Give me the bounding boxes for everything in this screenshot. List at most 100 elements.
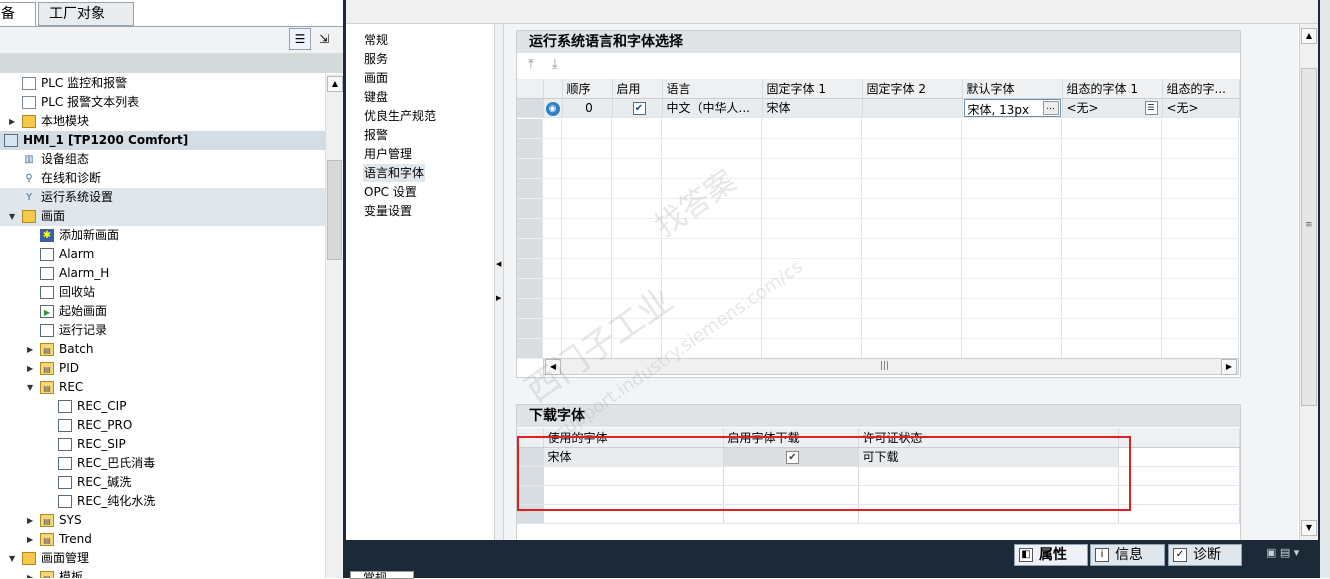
col-fixed-font-2[interactable]: 固定字体 2 bbox=[862, 79, 963, 99]
table-row[interactable]: ◉ 0 ✔ 中文（中华人... 宋体 宋体, 13px ... <无> ☰ <无… bbox=[517, 98, 1240, 118]
tree-item[interactable]: ▼ HMI_1 [TP1200 Comfort] bbox=[0, 131, 325, 150]
cell-language[interactable]: 中文（中华人... bbox=[662, 98, 763, 118]
row-header[interactable] bbox=[517, 98, 544, 118]
tree-item[interactable]: ▶ 起始画面 bbox=[0, 302, 325, 321]
expand-right-icon[interactable]: ▶ bbox=[496, 294, 501, 302]
content-scrollbar[interactable]: ▲ ≡ ▼ bbox=[1299, 24, 1318, 540]
enable-checkbox[interactable]: ✔ bbox=[632, 102, 646, 115]
tree-item[interactable]: REC_PRO bbox=[0, 416, 325, 435]
expand-arrow-icon[interactable]: ▶ bbox=[27, 530, 37, 549]
collapse-arrow-icon[interactable]: ▼ bbox=[9, 207, 19, 226]
nav-item[interactable]: 报警 bbox=[363, 126, 389, 144]
nav-item[interactable]: OPC 设置 bbox=[363, 183, 418, 201]
expand-arrow-icon[interactable]: ▶ bbox=[27, 340, 37, 359]
tab-plant-objects[interactable]: 工厂对象 bbox=[38, 2, 134, 26]
nav-splitter[interactable]: ◀ ▶ bbox=[494, 24, 504, 540]
scroll-thumb[interactable] bbox=[1301, 68, 1317, 406]
tree-item[interactable]: ▥ 设备组态 bbox=[0, 150, 325, 169]
tab-diagnostics[interactable]: ✓ 诊断 bbox=[1168, 544, 1242, 566]
nav-item[interactable]: 键盘 bbox=[363, 88, 389, 106]
screen-icon bbox=[40, 286, 54, 299]
folder-icon: ▤ bbox=[40, 514, 54, 527]
ellipsis-button[interactable]: ... bbox=[1042, 100, 1059, 115]
tree-item[interactable]: Y 运行系统设置 bbox=[0, 188, 325, 207]
scroll-grip-icon[interactable]: ||| bbox=[880, 361, 889, 371]
overview-icon[interactable]: ☰ bbox=[289, 28, 311, 50]
expand-arrow-icon[interactable]: ▶ bbox=[27, 359, 37, 378]
tree-item[interactable]: REC_纯化水洗 bbox=[0, 492, 325, 511]
inspector-bar: ◧ 属性 i 信息 ✓ 诊断 ▣ ▤ ▾ 常规 bbox=[346, 540, 1318, 579]
list-icon[interactable]: ☰ bbox=[1144, 100, 1158, 115]
tree-item[interactable]: Alarm bbox=[0, 245, 325, 264]
collapse-arrow-icon[interactable]: ▼ bbox=[9, 549, 19, 568]
nav-item[interactable]: 用户管理 bbox=[363, 145, 413, 163]
collapse-arrow-icon[interactable]: ▼ bbox=[0, 131, 1, 150]
nav-item[interactable]: 画面 bbox=[363, 69, 389, 87]
col-fixed-font-1[interactable]: 固定字体 1 bbox=[762, 79, 863, 99]
cell-default-font[interactable]: 宋体, 13px ... bbox=[962, 98, 1063, 118]
horizontal-scrollbar[interactable]: ◀ ▶ ||| bbox=[543, 358, 1239, 375]
empty-cell bbox=[517, 319, 543, 339]
tree-item[interactable]: PLC 监控和报警 bbox=[0, 74, 325, 93]
col-enable[interactable]: 启用 bbox=[612, 79, 663, 99]
tab-info[interactable]: i 信息 bbox=[1090, 544, 1165, 566]
tree-item[interactable]: REC_SIP bbox=[0, 435, 325, 454]
scroll-right-icon[interactable]: ▶ bbox=[1221, 359, 1237, 375]
nav-item[interactable]: 变量设置 bbox=[363, 202, 413, 220]
move-down-icon[interactable]: ⤓ bbox=[552, 57, 558, 72]
scroll-up-icon[interactable]: ▲ bbox=[327, 76, 343, 92]
cell-configured-font-1[interactable]: <无> ☰ bbox=[1062, 98, 1163, 118]
tree-item[interactable]: ▶▤ 模板 bbox=[0, 568, 325, 578]
tree-item[interactable]: REC_CIP bbox=[0, 397, 325, 416]
tree-scrollbar[interactable]: ▲ bbox=[325, 74, 343, 578]
scroll-grip-icon[interactable]: ≡ bbox=[1305, 220, 1313, 230]
tree-item[interactable]: 运行记录 bbox=[0, 321, 325, 340]
scroll-down-icon[interactable]: ▼ bbox=[1301, 520, 1317, 536]
collapse-left-icon[interactable]: ◀ bbox=[496, 260, 501, 268]
scroll-up-icon[interactable]: ▲ bbox=[1301, 28, 1317, 44]
tree-item[interactable]: ✱ 添加新画面 bbox=[0, 226, 325, 245]
nav-item[interactable]: 服务 bbox=[363, 50, 389, 68]
nav-item[interactable]: 语言和字体 bbox=[363, 164, 426, 182]
tree-item[interactable]: ▼ ▤ REC bbox=[0, 378, 325, 397]
col-configured-font-1[interactable]: 组态的字体 1 bbox=[1062, 79, 1163, 99]
tree-item[interactable]: ▶ ▤ SYS bbox=[0, 511, 325, 530]
scroll-thumb[interactable] bbox=[327, 160, 342, 260]
cell-enabled[interactable]: ✔ bbox=[612, 98, 663, 118]
tree-item[interactable]: ▶ 本地模块 bbox=[0, 112, 325, 131]
expand-arrow-icon[interactable]: ▶ bbox=[27, 568, 37, 578]
tree-item[interactable]: Alarm_H bbox=[0, 264, 325, 283]
cell-fixed-font-2[interactable] bbox=[862, 98, 963, 118]
cell-order[interactable]: 0 bbox=[562, 98, 613, 118]
empty-cell bbox=[962, 119, 1062, 139]
col-order[interactable]: 顺序 bbox=[562, 79, 613, 99]
export-icon[interactable]: ⇲ bbox=[313, 28, 335, 50]
tree-item[interactable]: PLC 报警文本列表 bbox=[0, 93, 325, 112]
layout-icon[interactable]: ▣ ▤ ▾ bbox=[1266, 546, 1299, 559]
nav-item[interactable]: 优良生产规范 bbox=[363, 107, 437, 125]
col-language[interactable]: 语言 bbox=[662, 79, 763, 99]
tree-item[interactable]: ▶ ▤ Batch bbox=[0, 340, 325, 359]
tree-item[interactable]: REC_巴氏消毒 bbox=[0, 454, 325, 473]
tab-properties[interactable]: ◧ 属性 bbox=[1014, 544, 1088, 566]
cell-fixed-font-1[interactable]: 宋体 bbox=[762, 98, 863, 118]
collapse-arrow-icon[interactable]: ▼ bbox=[27, 378, 37, 397]
tree-item[interactable]: REC_碱洗 bbox=[0, 473, 325, 492]
col-default-font[interactable]: 默认字体 bbox=[962, 79, 1063, 99]
tree-item[interactable]: ▶ ▤ PID bbox=[0, 359, 325, 378]
scroll-left-icon[interactable]: ◀ bbox=[545, 359, 561, 375]
empty-cell bbox=[543, 299, 562, 319]
nav-item[interactable]: 常规 bbox=[363, 31, 389, 49]
tree-item[interactable]: 回收站 bbox=[0, 283, 325, 302]
move-up-icon[interactable]: ⤒ bbox=[528, 57, 534, 72]
expand-arrow-icon[interactable]: ▶ bbox=[9, 112, 19, 131]
tree-item[interactable]: ⚲ 在线和诊断 bbox=[0, 169, 325, 188]
cell-configured-font-2[interactable]: <无> bbox=[1162, 98, 1240, 118]
tree-item[interactable]: ▼ 画面 bbox=[0, 207, 325, 226]
col-configured-font-2[interactable]: 组态的字... bbox=[1162, 79, 1240, 99]
tree-item[interactable]: ▶ ▤ Trend bbox=[0, 530, 325, 549]
empty-cell bbox=[517, 259, 543, 279]
tab-devices[interactable]: 备 bbox=[0, 2, 36, 27]
tree-item[interactable]: ▼ 画面管理 bbox=[0, 549, 325, 568]
expand-arrow-icon[interactable]: ▶ bbox=[27, 511, 37, 530]
